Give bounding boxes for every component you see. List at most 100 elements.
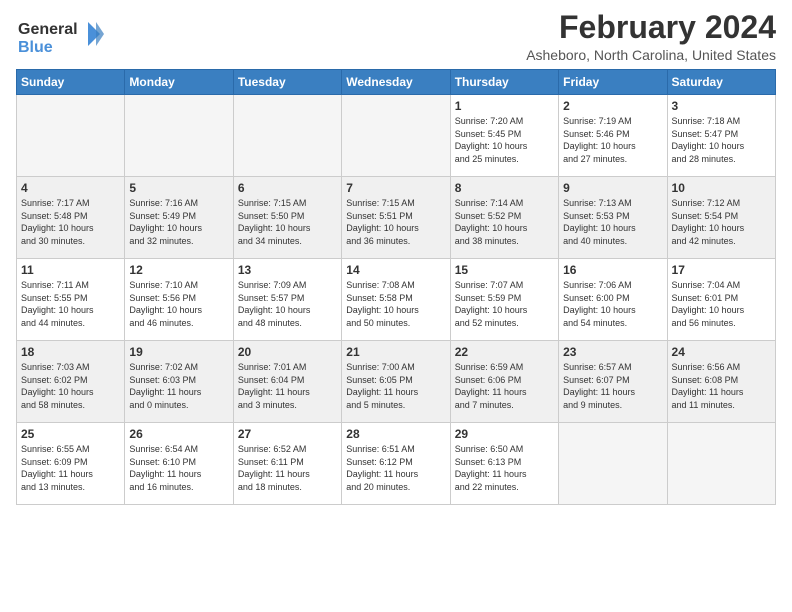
table-row: 21 Sunrise: 7:00 AMSunset: 6:05 PMDayligh… (342, 341, 450, 423)
table-row: 1 Sunrise: 7:20 AMSunset: 5:45 PMDaylight… (450, 95, 558, 177)
table-row: 5 Sunrise: 7:16 AMSunset: 5:49 PMDaylight… (125, 177, 233, 259)
month-title: February 2024 (526, 10, 776, 45)
table-row: 6 Sunrise: 7:15 AMSunset: 5:50 PMDaylight… (233, 177, 341, 259)
table-row: 11 Sunrise: 7:11 AMSunset: 5:55 PMDayligh… (17, 259, 125, 341)
day-info: Sunrise: 7:01 AMSunset: 6:04 PMDaylight:… (238, 361, 337, 411)
day-number: 29 (455, 427, 554, 441)
day-info: Sunrise: 7:17 AMSunset: 5:48 PMDaylight:… (21, 197, 120, 247)
calendar-week-row: 25 Sunrise: 6:55 AMSunset: 6:09 PMDayligh… (17, 423, 776, 505)
day-number: 16 (563, 263, 662, 277)
table-row: 13Sunrise: 7:09 AMSunset: 5:57 PMDayligh… (233, 259, 341, 341)
table-row: 28 Sunrise: 6:51 AMSunset: 6:12 PMDayligh… (342, 423, 450, 505)
table-row: 27 Sunrise: 6:52 AMSunset: 6:11 PMDayligh… (233, 423, 341, 505)
day-number: 18 (21, 345, 120, 359)
table-row: 29 Sunrise: 6:50 AMSunset: 6:13 PMDayligh… (450, 423, 558, 505)
day-info: Sunrise: 7:19 AMSunset: 5:46 PMDaylight:… (563, 115, 662, 165)
day-info: Sunrise: 6:50 AMSunset: 6:13 PMDaylight:… (455, 443, 554, 493)
day-number: 27 (238, 427, 337, 441)
table-row (125, 95, 233, 177)
day-info: Sunrise: 7:16 AMSunset: 5:49 PMDaylight:… (129, 197, 228, 247)
day-info: Sunrise: 6:51 AMSunset: 6:12 PMDaylight:… (346, 443, 445, 493)
location: Asheboro, North Carolina, United States (526, 47, 776, 63)
day-number: 20 (238, 345, 337, 359)
day-info: Sunrise: 6:52 AMSunset: 6:11 PMDaylight:… (238, 443, 337, 493)
col-sunday: Sunday (17, 70, 125, 95)
table-row (233, 95, 341, 177)
col-saturday: Saturday (667, 70, 775, 95)
table-row: 24 Sunrise: 6:56 AMSunset: 6:08 PMDayligh… (667, 341, 775, 423)
day-number: 21 (346, 345, 445, 359)
day-number: 11 (21, 263, 120, 277)
table-row: 4 Sunrise: 7:17 AMSunset: 5:48 PMDaylight… (17, 177, 125, 259)
day-info: Sunrise: 7:00 AMSunset: 6:05 PMDaylight:… (346, 361, 445, 411)
day-info: Sunrise: 7:20 AMSunset: 5:45 PMDaylight:… (455, 115, 554, 165)
table-row: 26Sunrise: 6:54 AMSunset: 6:10 PMDayligh… (125, 423, 233, 505)
table-row: 2 Sunrise: 7:19 AMSunset: 5:46 PMDaylight… (559, 95, 667, 177)
day-info: Sunrise: 7:08 AMSunset: 5:58 PMDaylight:… (346, 279, 445, 329)
day-info: Sunrise: 6:57 AMSunset: 6:07 PMDaylight:… (563, 361, 662, 411)
day-info: Sunrise: 7:15 AMSunset: 5:50 PMDaylight:… (238, 197, 337, 247)
col-monday: Monday (125, 70, 233, 95)
day-info: Sunrise: 7:07 AMSunset: 5:59 PMDaylight:… (455, 279, 554, 329)
table-row: 9 Sunrise: 7:13 AMSunset: 5:53 PMDaylight… (559, 177, 667, 259)
col-wednesday: Wednesday (342, 70, 450, 95)
day-number: 22 (455, 345, 554, 359)
day-number: 26 (129, 427, 228, 441)
day-info: Sunrise: 6:56 AMSunset: 6:08 PMDaylight:… (672, 361, 771, 411)
table-row: 7 Sunrise: 7:15 AMSunset: 5:51 PMDaylight… (342, 177, 450, 259)
day-number: 14 (346, 263, 445, 277)
table-row: 16 Sunrise: 7:06 AMSunset: 6:00 PMDayligh… (559, 259, 667, 341)
day-number: 17 (672, 263, 771, 277)
day-number: 6 (238, 181, 337, 195)
col-thursday: Thursday (450, 70, 558, 95)
day-number: 28 (346, 427, 445, 441)
day-number: 3 (672, 99, 771, 113)
table-row: 19 Sunrise: 7:02 AMSunset: 6:03 PMDayligh… (125, 341, 233, 423)
day-info: Sunrise: 7:13 AMSunset: 5:53 PMDaylight:… (563, 197, 662, 247)
day-number: 1 (455, 99, 554, 113)
calendar-week-row: 1 Sunrise: 7:20 AMSunset: 5:45 PMDaylight… (17, 95, 776, 177)
day-info: Sunrise: 7:04 AMSunset: 6:01 PMDaylight:… (672, 279, 771, 329)
day-number: 25 (21, 427, 120, 441)
page: General Blue February 2024 Asheboro, Nor… (0, 0, 792, 612)
day-number: 23 (563, 345, 662, 359)
day-number: 5 (129, 181, 228, 195)
table-row: 23 Sunrise: 6:57 AMSunset: 6:07 PMDayligh… (559, 341, 667, 423)
day-info: Sunrise: 7:02 AMSunset: 6:03 PMDaylight:… (129, 361, 228, 411)
table-row: 18 Sunrise: 7:03 AMSunset: 6:02 PMDayligh… (17, 341, 125, 423)
table-row: 8Sunrise: 7:14 AMSunset: 5:52 PMDaylight… (450, 177, 558, 259)
day-number: 24 (672, 345, 771, 359)
day-info: Sunrise: 7:09 AMSunset: 5:57 PMDaylight:… (238, 279, 337, 329)
calendar-week-row: 11 Sunrise: 7:11 AMSunset: 5:55 PMDayligh… (17, 259, 776, 341)
calendar-table: Sunday Monday Tuesday Wednesday Thursday… (16, 69, 776, 505)
table-row: 3 Sunrise: 7:18 AMSunset: 5:47 PMDaylight… (667, 95, 775, 177)
col-tuesday: Tuesday (233, 70, 341, 95)
day-info: Sunrise: 7:18 AMSunset: 5:47 PMDaylight:… (672, 115, 771, 165)
day-info: Sunrise: 7:06 AMSunset: 6:00 PMDaylight:… (563, 279, 662, 329)
logo: General Blue (16, 14, 106, 61)
day-number: 9 (563, 181, 662, 195)
day-info: Sunrise: 7:15 AMSunset: 5:51 PMDaylight:… (346, 197, 445, 247)
day-info: Sunrise: 7:12 AMSunset: 5:54 PMDaylight:… (672, 197, 771, 247)
day-info: Sunrise: 7:10 AMSunset: 5:56 PMDaylight:… (129, 279, 228, 329)
day-number: 4 (21, 181, 120, 195)
day-info: Sunrise: 6:59 AMSunset: 6:06 PMDaylight:… (455, 361, 554, 411)
table-row: 20 Sunrise: 7:01 AMSunset: 6:04 PMDayligh… (233, 341, 341, 423)
title-area: February 2024 Asheboro, North Carolina, … (526, 10, 776, 63)
table-row: 12 Sunrise: 7:10 AMSunset: 5:56 PMDayligh… (125, 259, 233, 341)
day-info: Sunrise: 6:55 AMSunset: 6:09 PMDaylight:… (21, 443, 120, 493)
day-number: 7 (346, 181, 445, 195)
day-number: 8 (455, 181, 554, 195)
day-info: Sunrise: 7:03 AMSunset: 6:02 PMDaylight:… (21, 361, 120, 411)
day-number: 2 (563, 99, 662, 113)
day-number: 19 (129, 345, 228, 359)
day-number: 12 (129, 263, 228, 277)
day-info: Sunrise: 7:11 AMSunset: 5:55 PMDaylight:… (21, 279, 120, 329)
table-row: 15Sunrise: 7:07 AMSunset: 5:59 PMDayligh… (450, 259, 558, 341)
col-friday: Friday (559, 70, 667, 95)
calendar-week-row: 18 Sunrise: 7:03 AMSunset: 6:02 PMDayligh… (17, 341, 776, 423)
table-row: 17 Sunrise: 7:04 AMSunset: 6:01 PMDayligh… (667, 259, 775, 341)
header: General Blue February 2024 Asheboro, Nor… (16, 10, 776, 63)
table-row (17, 95, 125, 177)
table-row: 22 Sunrise: 6:59 AMSunset: 6:06 PMDayligh… (450, 341, 558, 423)
